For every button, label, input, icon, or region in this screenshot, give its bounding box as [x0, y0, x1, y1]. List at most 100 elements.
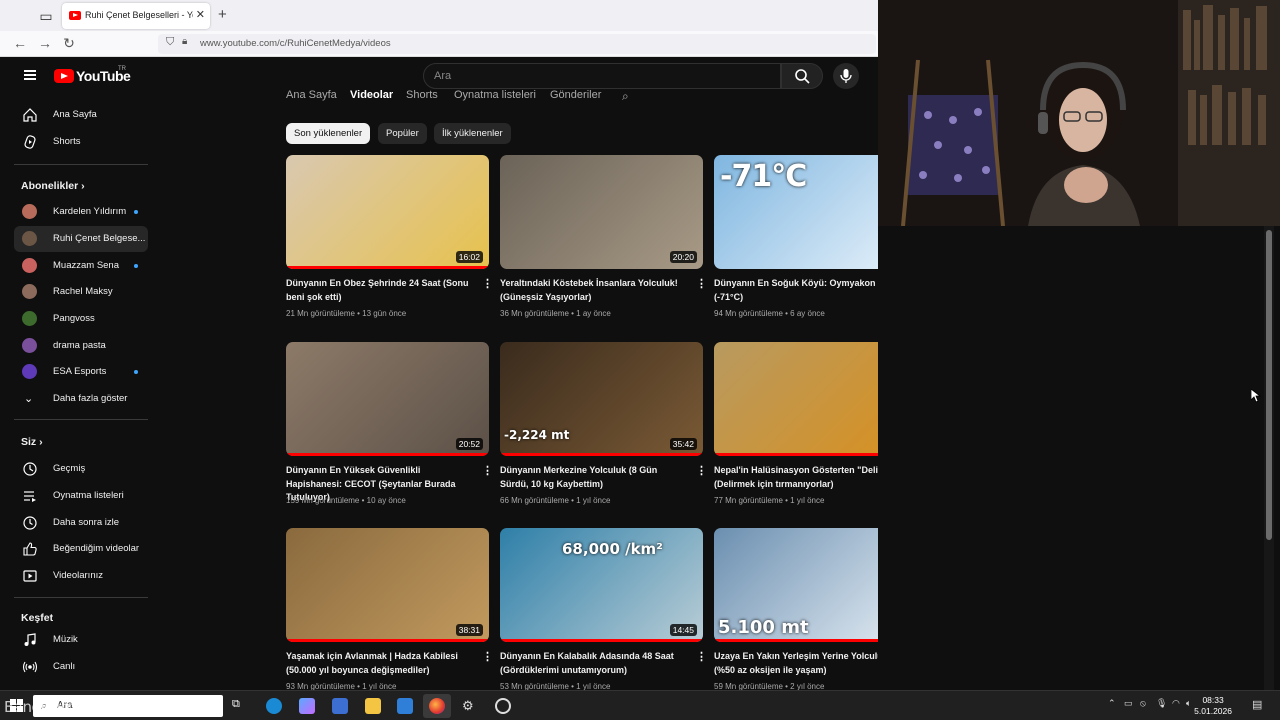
- tab-home[interactable]: Ana Sayfa: [286, 89, 337, 101]
- sidebar-item-label: Daha sonra izle: [53, 517, 120, 528]
- browser-window: ▭ Ruhi Çenet Belgeselleri - YouTube ✕ + …: [0, 0, 878, 690]
- sidebar-item-shorts[interactable]: Shorts: [14, 129, 148, 155]
- video-title[interactable]: Dünyanın En Obez Şehrinde 24 Saat (Sonu …: [286, 277, 474, 304]
- clock[interactable]: 08:33 5.01.2026: [1194, 695, 1232, 717]
- tab-videos[interactable]: Videolar: [350, 89, 393, 101]
- tray-battery-icon[interactable]: ▭: [1124, 698, 1133, 709]
- liked-icon: [23, 542, 37, 556]
- subscription-item[interactable]: Kardelen Yıldırım: [14, 199, 148, 225]
- tray-microphone-icon[interactable]: 🎙︎: [1156, 698, 1167, 709]
- scrollbar-thumb[interactable]: [1266, 230, 1272, 540]
- sidebar-item-history[interactable]: Geçmiş: [14, 456, 148, 482]
- video-thumbnail[interactable]: -71°C25:40: [714, 155, 878, 269]
- menu-icon[interactable]: [24, 70, 36, 80]
- settings-icon[interactable]: ⚙: [462, 698, 478, 714]
- subscription-item[interactable]: Muazzam Sena: [14, 253, 148, 279]
- firefox-taskbar-button[interactable]: [423, 694, 451, 718]
- video-thumbnail[interactable]: 68,000 /km² 14:45: [500, 528, 703, 642]
- sidebar-item-watch-later[interactable]: Daha sonra izle: [14, 510, 148, 536]
- sidebar-item-music[interactable]: Müzik: [14, 627, 148, 653]
- video-meta: 77 Mn görüntüleme • 1 yıl önce: [714, 496, 825, 505]
- video-thumbnail[interactable]: -2,224 mt 35:42: [500, 342, 703, 456]
- edge-icon[interactable]: [266, 698, 282, 714]
- notifications-icon[interactable]: ▤: [1252, 698, 1262, 711]
- you-heading[interactable]: Siz ›: [21, 436, 43, 448]
- video-thumbnail[interactable]: 38:31: [286, 528, 489, 642]
- sidebar-item-your-videos[interactable]: Videolarınız: [14, 563, 148, 589]
- watch-progress-bar: [286, 639, 489, 642]
- new-tab-icon[interactable]: +: [218, 6, 227, 23]
- back-icon[interactable]: ←: [12, 35, 28, 51]
- more-actions-icon[interactable]: ⋮: [482, 464, 493, 477]
- search-button[interactable]: [781, 63, 823, 89]
- tab-playlists[interactable]: Oynatma listeleri: [454, 89, 536, 101]
- video-title[interactable]: Yeraltındaki Köstebek İnsanlara Yolculuk…: [500, 277, 688, 304]
- tab-posts[interactable]: Gönderiler: [550, 89, 601, 101]
- divider: [14, 164, 148, 165]
- file-explorer-icon[interactable]: [365, 698, 381, 714]
- video-title[interactable]: Nepal'in Halüsinasyon Gösterten "Deli Ba…: [714, 464, 878, 491]
- sidebar-item-live[interactable]: Canlı: [14, 654, 148, 680]
- video-thumbnail[interactable]: 20:52: [286, 342, 489, 456]
- close-tab-icon[interactable]: ✕: [196, 8, 205, 21]
- video-title[interactable]: Dünyanın En Soğuk Köyü: Oymyakon (-71°C): [714, 277, 878, 304]
- tray-network-off-icon[interactable]: ⦸: [1140, 698, 1146, 709]
- tray-wifi-icon[interactable]: ◠: [1172, 698, 1180, 709]
- chip-latest[interactable]: Son yüklenenler: [286, 123, 371, 144]
- video-title[interactable]: Uzaya En Yakın Yerleşim Yerine Yolculuk …: [714, 650, 878, 677]
- video-thumbnail[interactable]: 5.100 mt13:20: [714, 528, 878, 642]
- more-actions-icon[interactable]: ⋮: [696, 464, 707, 477]
- active-tab[interactable]: Ruhi Çenet Belgeselleri - YouTube ✕: [62, 3, 210, 29]
- video-meta: 59 Mn görüntüleme • 2 yıl önce: [714, 682, 825, 690]
- thumbnail-overlay-text: -2,224 mt: [504, 428, 570, 442]
- more-actions-icon[interactable]: ⋮: [482, 277, 493, 290]
- more-actions-icon[interactable]: ⋮: [696, 277, 707, 290]
- tray-volume-icon[interactable]: 🔈︎: [1186, 698, 1191, 709]
- video-title[interactable]: Yaşamak için Avlanmak | Hadza Kabilesi (…: [286, 650, 474, 677]
- video-title[interactable]: Dünyanın En Kalabalık Adasında 48 Saat (…: [500, 650, 688, 677]
- more-actions-icon[interactable]: ⋮: [482, 650, 493, 663]
- subscription-item[interactable]: drama pasta: [14, 333, 148, 359]
- tab-overview-icon[interactable]: ▭: [38, 8, 54, 24]
- video-thumbnail[interactable]: 19:55: [714, 342, 878, 456]
- chevron-right-icon: ›: [81, 180, 85, 192]
- video-meta: 21 Mn görüntüleme • 13 gün önce: [286, 309, 407, 318]
- task-view-icon[interactable]: ⧉: [232, 698, 248, 714]
- subscription-item[interactable]: Ruhi Çenet Belgese...: [14, 226, 148, 252]
- forward-icon[interactable]: →: [37, 35, 53, 51]
- channel-search-icon[interactable]: ⌕: [622, 89, 629, 104]
- shield-icon[interactable]: ⛉: [166, 36, 174, 49]
- subscriptions-heading[interactable]: Abonelikler ›: [21, 180, 85, 192]
- video-thumbnail[interactable]: 16:02: [286, 155, 489, 269]
- chip-oldest[interactable]: İlk yüklenenler: [434, 123, 511, 144]
- lock-icon[interactable]: 🔒︎: [182, 36, 187, 47]
- store-icon[interactable]: [332, 698, 348, 714]
- chip-popular[interactable]: Popüler: [378, 123, 427, 144]
- subscription-item[interactable]: Rachel Maksy: [14, 279, 148, 305]
- copilot-icon[interactable]: [299, 698, 315, 714]
- subscription-item[interactable]: Pangvoss: [14, 306, 148, 332]
- subscription-item[interactable]: ESA Esports: [14, 359, 148, 385]
- video-title[interactable]: Dünyanın Merkezine Yolculuk (8 Gün Sürdü…: [500, 464, 688, 491]
- mail-icon[interactable]: [397, 698, 413, 714]
- address-bar[interactable]: ⛉ 🔒︎ www.youtube.com/c/RuhiCenetMedya/vi…: [158, 34, 876, 54]
- search-input[interactable]: Ara: [423, 63, 781, 89]
- more-actions-icon[interactable]: ⋮: [696, 650, 707, 663]
- sidebar-item-playlists[interactable]: Oynatma listeleri: [14, 483, 148, 509]
- sidebar-item-label: Müzik: [53, 634, 78, 645]
- show-more-button[interactable]: ⌄ Daha fazla göster: [14, 386, 148, 412]
- sidebar-item-home[interactable]: Ana Sayfa: [14, 102, 148, 128]
- sidebar-item-liked-videos[interactable]: Beğendiğim videolar: [14, 536, 148, 562]
- reload-icon[interactable]: ↻: [61, 35, 77, 52]
- youtube-logo-icon[interactable]: [54, 69, 74, 83]
- voice-search-button[interactable]: [833, 63, 859, 89]
- music-icon: [24, 633, 36, 646]
- scrollbar[interactable]: [1264, 226, 1274, 690]
- tray-chevron-icon[interactable]: ⌃: [1108, 698, 1116, 709]
- tab-shorts[interactable]: Shorts: [406, 89, 438, 101]
- video-meta: 53 Mn görüntüleme • 1 yıl önce: [500, 682, 611, 690]
- bandicam-icon[interactable]: [495, 698, 511, 714]
- clock-date: 5.01.2026: [1194, 706, 1232, 716]
- video-thumbnail[interactable]: 20:20: [500, 155, 703, 269]
- subscription-label: Rachel Maksy: [53, 286, 113, 297]
